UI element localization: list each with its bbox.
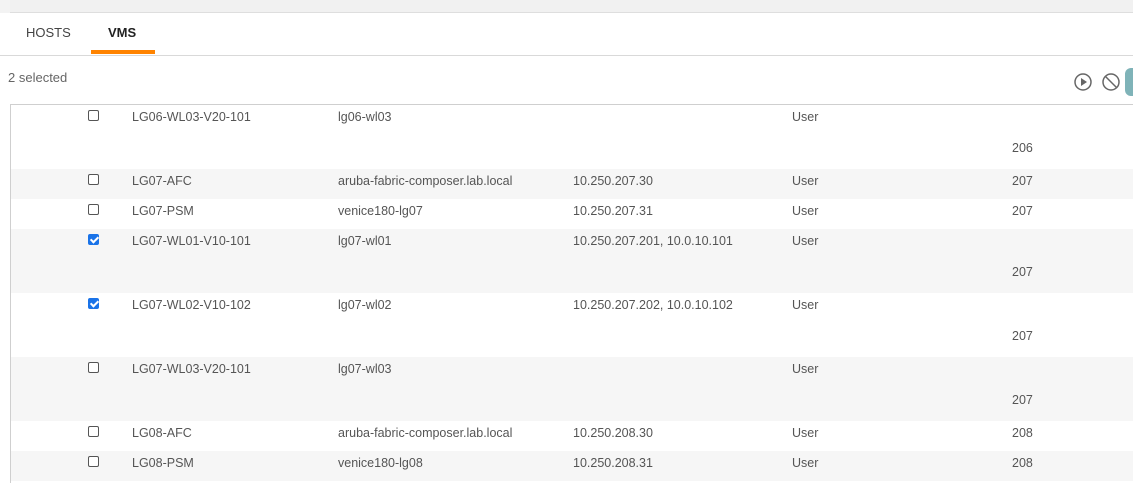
vm-name-cell: LG07-PSM <box>132 204 194 218</box>
vm-number-cell: 208 <box>1012 456 1033 470</box>
vm-role-cell: User <box>792 204 819 218</box>
tab-vms[interactable]: VMS <box>108 13 136 55</box>
vm-hostname-cell: aruba-fabric-composer.lab.local <box>338 426 513 440</box>
vm-role-cell: User <box>792 174 819 188</box>
vm-name-cell: LG07-AFC <box>132 174 192 188</box>
vm-number-cell: 207 <box>1012 204 1033 218</box>
table-row[interactable]: LG07-WL02-V10-102 lg07-wl02 10.250.207.202… <box>11 293 1133 357</box>
vm-role-cell: User <box>792 234 819 248</box>
vm-role-cell: User <box>792 362 819 376</box>
row-checkbox[interactable] <box>88 174 99 185</box>
vm-number-cell: 206 <box>1012 141 1033 155</box>
more-actions-button[interactable] <box>1125 68 1133 96</box>
row-checkbox[interactable] <box>88 110 99 121</box>
disable-icon[interactable] <box>1101 72 1121 92</box>
vm-role-cell: User <box>792 298 819 312</box>
row-checkbox[interactable] <box>88 234 99 245</box>
play-circle-icon[interactable] <box>1073 72 1093 92</box>
table-row[interactable]: LG07-PSM venice180-lg07 10.250.207.31 User 2… <box>11 199 1133 229</box>
vm-hostname-cell: venice180-lg08 <box>338 456 423 470</box>
row-checkbox[interactable] <box>88 298 99 309</box>
vm-hostname-cell: lg07-wl01 <box>338 234 392 248</box>
vm-name-cell: LG07-WL02-V10-102 <box>132 298 251 312</box>
table-row[interactable]: LG07-WL01-V10-101 lg07-wl01 10.250.207.201… <box>11 229 1133 293</box>
vm-role-cell: User <box>792 426 819 440</box>
table-row[interactable]: LG08-PSM venice180-lg08 10.250.208.31 User 2… <box>11 451 1133 481</box>
vm-number-cell: 207 <box>1012 393 1033 407</box>
table-row[interactable]: LG06-WL03-V20-101 lg06-wl03 User 206 <box>11 105 1133 169</box>
active-tab-indicator <box>91 50 155 54</box>
vm-hostname-cell: venice180-lg07 <box>338 204 423 218</box>
vm-number-cell: 207 <box>1012 265 1033 279</box>
vm-hostname-cell: aruba-fabric-composer.lab.local <box>338 174 513 188</box>
vm-ip-cell: 10.250.208.30 <box>573 426 653 440</box>
search-bar-area <box>10 0 1133 13</box>
vm-name-cell: LG07-WL01-V10-101 <box>132 234 251 248</box>
table-row[interactable]: LG07-WL03-V20-101 lg07-wl03 User 207 <box>11 357 1133 421</box>
table-row[interactable]: LG08-AFC aruba-fabric-composer.lab.local 1… <box>11 421 1133 451</box>
vm-ip-cell: 10.250.208.31 <box>573 456 653 470</box>
vm-number-cell: 207 <box>1012 174 1033 188</box>
vm-name-cell: LG08-PSM <box>132 456 194 470</box>
vm-ip-cell: 10.250.207.31 <box>573 204 653 218</box>
vm-ip-cell: 10.250.207.30 <box>573 174 653 188</box>
vm-number-cell: 208 <box>1012 426 1033 440</box>
tab-hosts[interactable]: HOSTS <box>26 13 71 55</box>
vm-hostname-cell: lg06-wl03 <box>338 110 392 124</box>
row-checkbox[interactable] <box>88 426 99 437</box>
row-checkbox[interactable] <box>88 456 99 467</box>
top-toolbar-strip <box>0 0 1133 13</box>
vm-role-cell: User <box>792 110 819 124</box>
vm-name-cell: LG06-WL03-V20-101 <box>132 110 251 124</box>
row-checkbox[interactable] <box>88 204 99 215</box>
vm-number-cell: 207 <box>1012 329 1033 343</box>
tab-bar: HOSTS VMS <box>0 13 1133 56</box>
vm-name-cell: LG08-AFC <box>132 426 192 440</box>
vms-table: LG06-WL03-V20-101 lg06-wl03 User 206 LG07-AF… <box>10 104 1133 483</box>
vm-name-cell: LG07-WL03-V20-101 <box>132 362 251 376</box>
vm-ip-cell: 10.250.207.201, 10.0.10.101 <box>573 234 733 248</box>
vm-role-cell: User <box>792 456 819 470</box>
vm-hostname-cell: lg07-wl03 <box>338 362 392 376</box>
table-row[interactable]: LG07-AFC aruba-fabric-composer.lab.local 1… <box>11 169 1133 199</box>
vm-hostname-cell: lg07-wl02 <box>338 298 392 312</box>
vm-ip-cell: 10.250.207.202, 10.0.10.102 <box>573 298 733 312</box>
selected-count: 2 selected <box>8 70 68 85</box>
row-checkbox[interactable] <box>88 362 99 373</box>
